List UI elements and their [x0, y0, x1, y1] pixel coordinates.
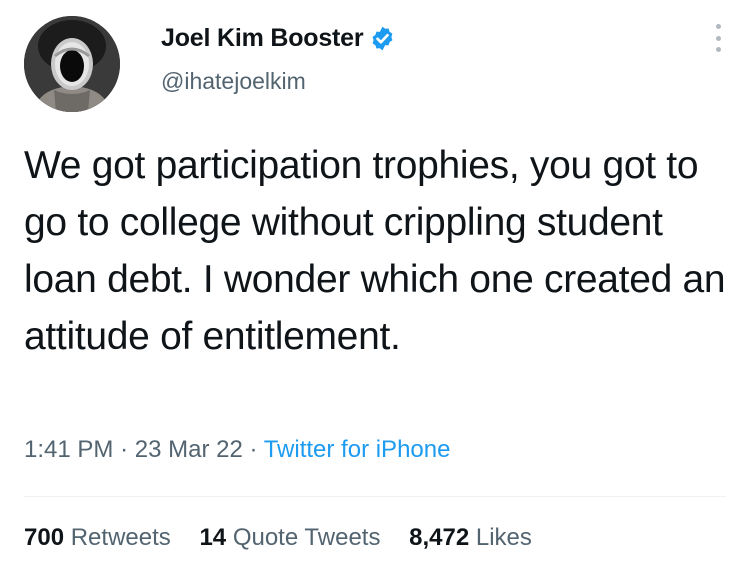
meta-separator: · — [120, 436, 129, 463]
avatar[interactable] — [24, 16, 120, 112]
retweets-label: Retweets — [70, 524, 171, 551]
retweets-count: 700 — [24, 524, 65, 551]
dot — [715, 47, 721, 52]
tweet-card: Joel Kim Booster @ihatejoelkim We got pa… — [0, 0, 750, 575]
retweets-stat[interactable]: 700 Retweets — [24, 524, 171, 551]
quote-tweets-count: 14 — [199, 524, 227, 551]
tweet-source-link[interactable]: Twitter for iPhone — [264, 436, 451, 463]
dot — [715, 35, 721, 41]
dot — [715, 24, 721, 29]
tweet-text: We got participation trophies, you got t… — [24, 144, 726, 358]
likes-label: Likes — [475, 524, 532, 551]
tweet-stats: 700 Retweets 14 Quote Tweets 8,472 Likes — [24, 524, 554, 552]
more-dots-icon[interactable] — [712, 22, 724, 54]
tweet-time[interactable]: 1:41 PM — [24, 436, 113, 463]
quote-tweets-label: Quote Tweets — [232, 524, 381, 551]
likes-stat[interactable]: 8,472 Likes — [409, 524, 532, 551]
verified-badge-icon — [369, 25, 396, 52]
author-display-name[interactable]: Joel Kim Booster — [161, 24, 364, 53]
likes-count: 8,472 — [409, 524, 470, 551]
avatar-photo-icon — [24, 16, 120, 112]
divider — [24, 496, 726, 497]
tweet-meta: 1:41 PM · 23 Mar 22 · Twitter for iPhone — [24, 436, 450, 464]
author-handle[interactable]: @ihatejoelkim — [161, 68, 306, 95]
quote-tweets-stat[interactable]: 14 Quote Tweets — [199, 524, 380, 551]
meta-separator: · — [249, 436, 258, 463]
tweet-date[interactable]: 23 Mar 22 — [135, 436, 243, 463]
author-name-row[interactable]: Joel Kim Booster — [161, 22, 396, 54]
